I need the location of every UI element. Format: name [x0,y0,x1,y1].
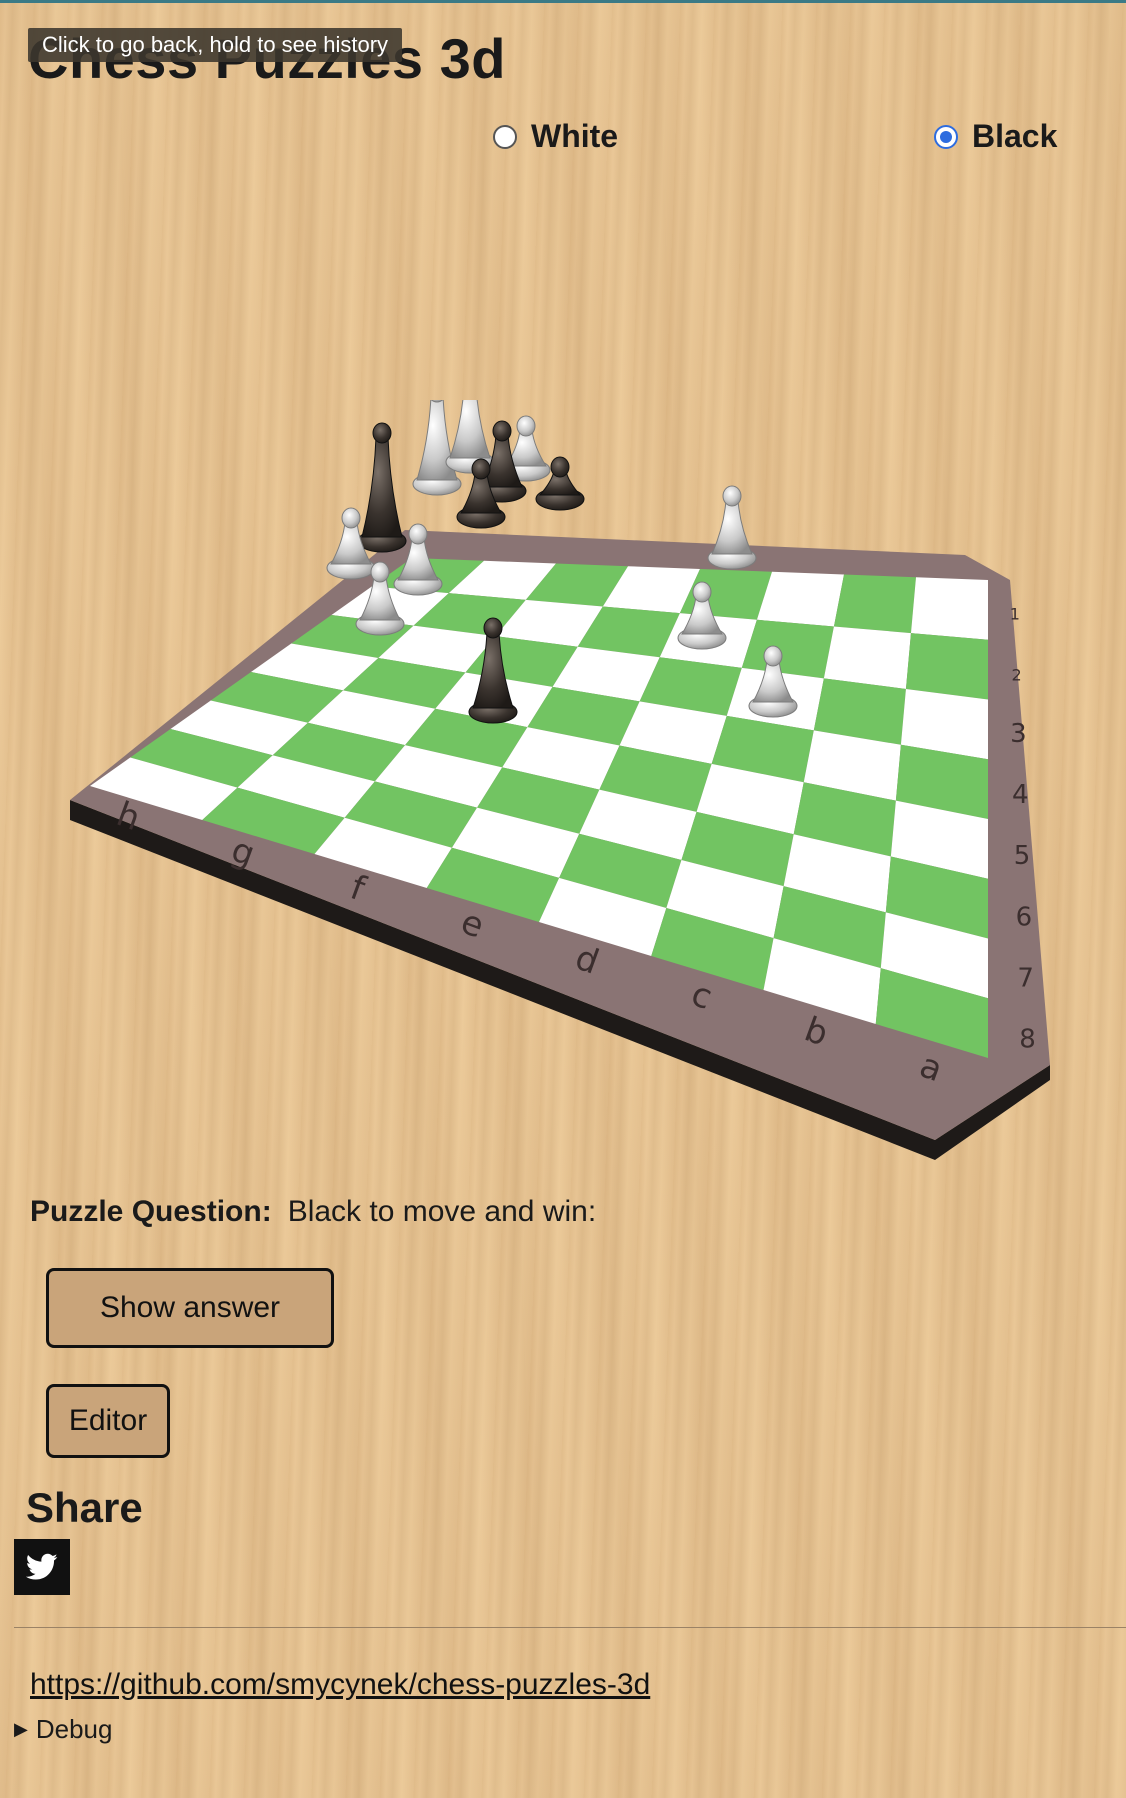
top-border [0,0,1126,3]
b-king-icon[interactable] [357,422,407,553]
editor-button[interactable]: Editor [46,1384,170,1458]
board-square[interactable] [905,633,988,700]
rank-label: 3 [1010,719,1027,749]
rank-label: 7 [1017,964,1034,994]
radio-black-indicator[interactable] [934,124,958,149]
puzzle-question-text: Black to move and win: [287,1195,597,1228]
board-square[interactable] [833,574,916,634]
radio-black-label: Black [972,118,1058,154]
github-link[interactable]: https://github.com/smycynek/chess-puzzle… [30,1668,650,1702]
twitter-share-button[interactable] [14,1539,70,1595]
board-square[interactable] [741,619,834,679]
debug-label: Debug [35,1714,113,1744]
rank-label: 4 [1012,780,1029,810]
divider [14,1627,1126,1628]
board-canvas[interactable]: hgfedcba12345678 [60,371,1060,1180]
board-square[interactable] [823,626,911,689]
puzzle-question: Puzzle Question: Black to move and win: [30,1195,596,1229]
twitter-icon [26,1553,58,1580]
radio-white-label: White [531,118,619,154]
rank-label: 8 [1019,1025,1036,1055]
rank-label: 6 [1016,902,1033,932]
radio-black[interactable]: Black [934,118,1057,155]
radio-white[interactable]: White [493,118,618,155]
show-answer-button[interactable]: Show answer [46,1268,334,1348]
back-button-tooltip: Click to go back, hold to see history [28,28,403,62]
board-square[interactable] [756,571,844,627]
chess-board-3d[interactable]: hgfedcba12345678 [60,371,1060,1180]
w-bishop-icon[interactable] [707,485,757,570]
debug-toggle[interactable]: ▶ Debug [14,1714,112,1745]
radio-white-indicator[interactable] [493,124,517,149]
share-heading: Share [26,1484,143,1531]
board-square[interactable] [910,577,988,640]
rank-label: 1 [1010,605,1020,624]
rank-label: 2 [1012,666,1022,685]
disclosure-triangle-icon: ▶ [14,1719,28,1739]
puzzle-question-label: Puzzle Question: [30,1195,272,1228]
rank-label: 5 [1014,841,1031,871]
